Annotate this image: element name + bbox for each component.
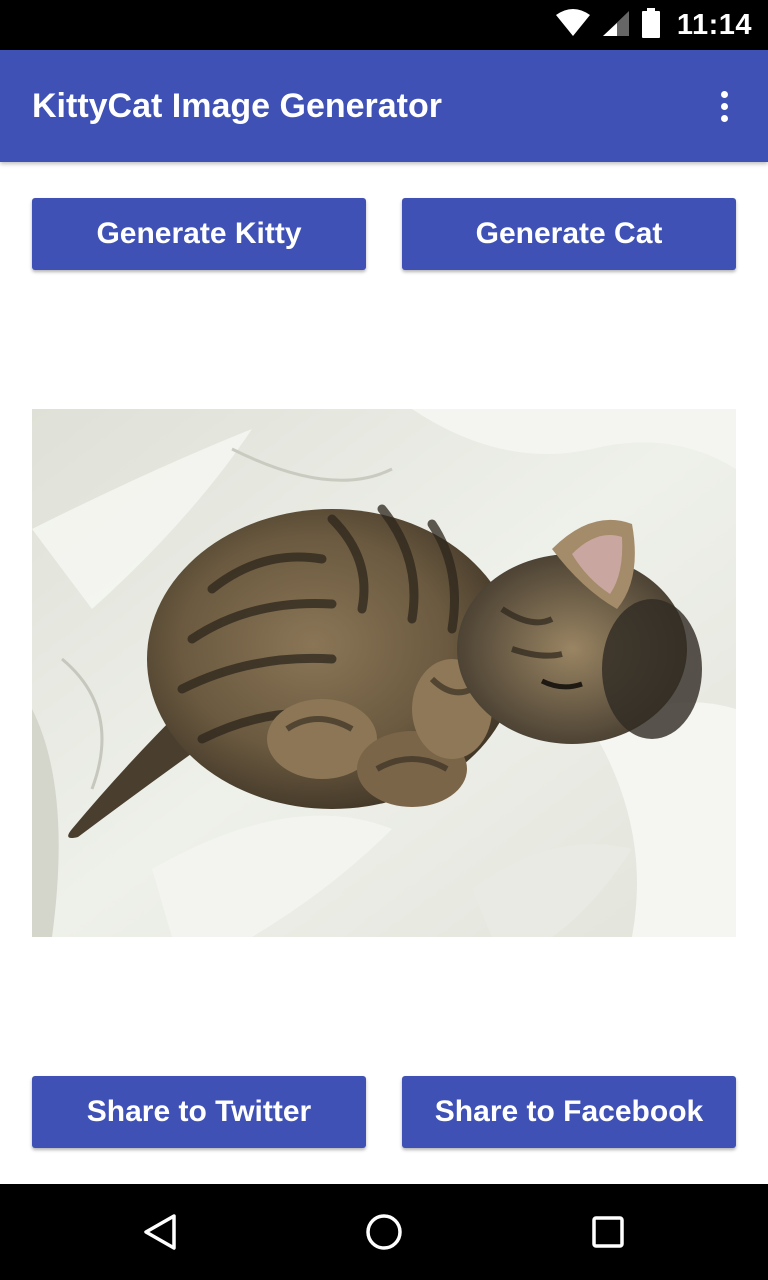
status-bar: 11:14 <box>0 0 768 50</box>
battery-icon <box>641 7 661 43</box>
back-icon[interactable] <box>136 1208 184 1256</box>
menu-dot <box>720 102 728 110</box>
generate-cat-button[interactable]: Generate Cat <box>402 198 736 270</box>
menu-dot <box>720 114 728 122</box>
share-facebook-button[interactable]: Share to Facebook <box>402 1076 736 1148</box>
share-twitter-button[interactable]: Share to Twitter <box>32 1076 366 1148</box>
app-title: KittyCat Image Generator <box>32 87 442 125</box>
more-vert-icon[interactable] <box>704 86 744 126</box>
recents-icon[interactable] <box>584 1208 632 1256</box>
navigation-bar <box>0 1184 768 1280</box>
app-bar: KittyCat Image Generator <box>0 50 768 162</box>
wifi-icon <box>555 8 591 42</box>
generate-kitty-button[interactable]: Generate Kitty <box>32 198 366 270</box>
status-icons: 11:14 <box>555 0 752 50</box>
menu-dot <box>720 90 728 98</box>
cell-signal-icon <box>601 9 631 42</box>
status-time: 11:14 <box>676 8 752 41</box>
home-icon[interactable] <box>360 1208 408 1256</box>
kitten-image <box>32 409 736 937</box>
